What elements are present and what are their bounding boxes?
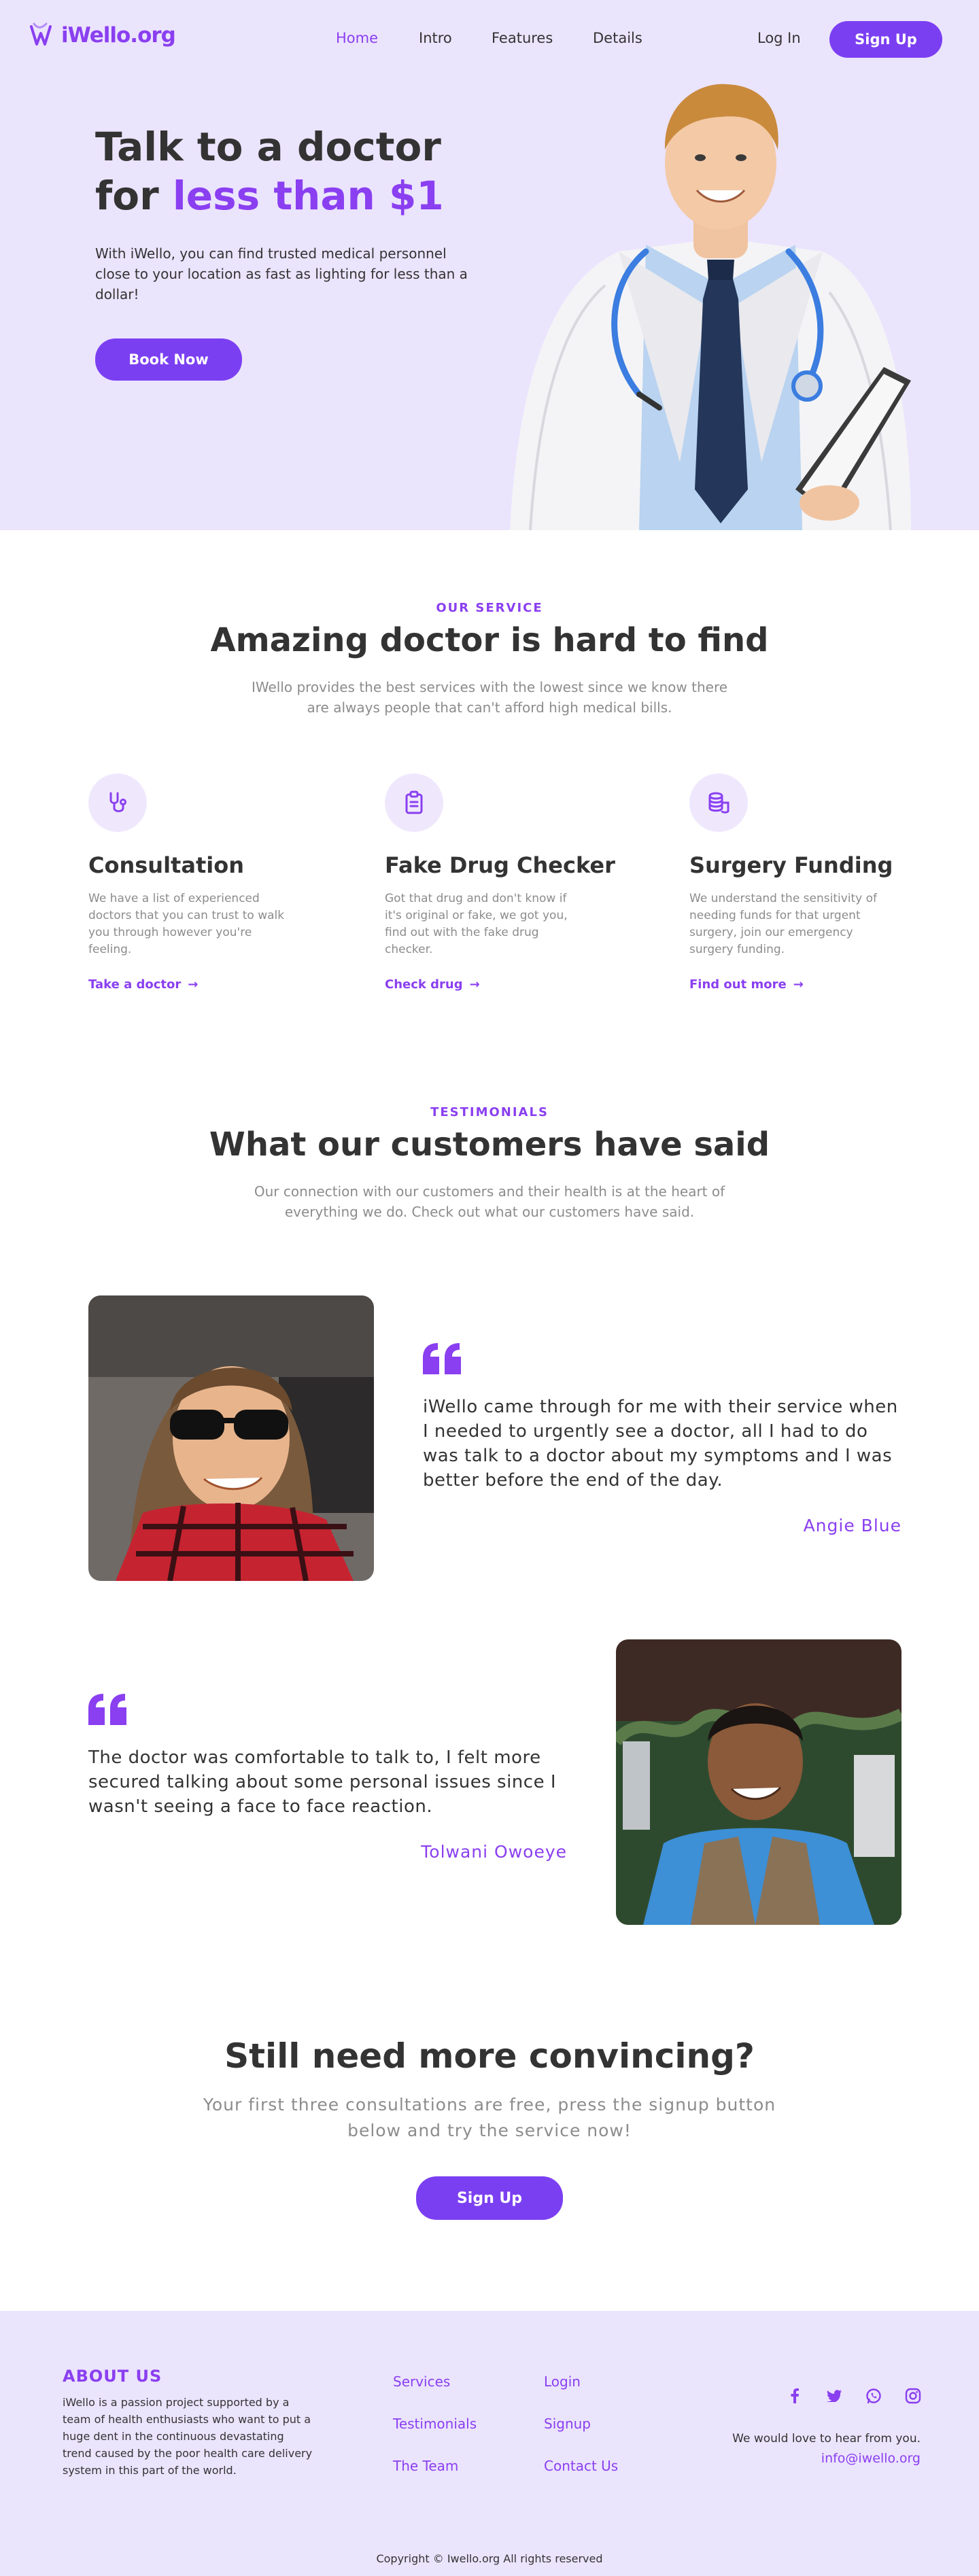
footer-link-contact[interactable]: Contact Us bbox=[544, 2458, 618, 2474]
testimonial-author: Angie Blue bbox=[803, 1516, 901, 1535]
hero-title-accent: less than $1 bbox=[172, 173, 444, 219]
whatsapp-icon[interactable] bbox=[863, 2386, 884, 2406]
hero-title: Talk to a doctor for less than $1 bbox=[95, 122, 517, 220]
instagram-icon[interactable] bbox=[903, 2386, 923, 2406]
coins-icon bbox=[708, 792, 729, 814]
stethoscope-icon bbox=[109, 792, 126, 812]
arrow-right-icon: → bbox=[188, 977, 199, 992]
footer-email-link[interactable]: info@iwello.org bbox=[680, 2451, 921, 2466]
service-icon-wrap bbox=[385, 773, 443, 832]
service-icon-wrap bbox=[88, 773, 147, 832]
footer: ABOUT US iWello is a passion project sup… bbox=[0, 2311, 979, 2576]
hero-section: iWello.org Home Intro Features Details L… bbox=[0, 0, 979, 530]
check-drug-link[interactable]: Check drug → bbox=[385, 977, 480, 992]
footer-link-team[interactable]: The Team bbox=[393, 2458, 458, 2474]
customer-photo bbox=[88, 1295, 374, 1581]
testimonials-title: What our customers have said bbox=[209, 1126, 770, 1164]
signup-button[interactable]: Sign Up bbox=[829, 21, 942, 58]
service-subtitle: IWello provides the best services with t… bbox=[251, 679, 728, 716]
nav-home[interactable]: Home bbox=[336, 30, 378, 46]
quote-icon bbox=[423, 1343, 461, 1374]
doctor-image bbox=[510, 84, 911, 530]
cta-signup-button[interactable]: Sign Up bbox=[416, 2176, 563, 2220]
service-eyebrow: OUR SERVICE bbox=[436, 601, 543, 615]
footer-link-services[interactable]: Services bbox=[393, 2373, 450, 2390]
find-out-more-label: Find out more bbox=[689, 977, 787, 992]
nav-intro[interactable]: Intro bbox=[419, 30, 452, 46]
find-out-more-link[interactable]: Find out more → bbox=[689, 977, 804, 992]
service-title: Amazing doctor is hard to find bbox=[210, 621, 769, 659]
book-now-button[interactable]: Book Now bbox=[95, 338, 242, 381]
nav-features[interactable]: Features bbox=[492, 30, 553, 46]
customer-photo-angie bbox=[88, 1295, 374, 1581]
copyright: Copyright © Iwello.org All rights reserv… bbox=[376, 2552, 603, 2565]
testimonials-eyebrow: TESTIMONIALS bbox=[430, 1105, 549, 1119]
service-text-surgery-funding: We understand the sensitivity of needing… bbox=[689, 892, 878, 956]
take-doctor-label: Take a doctor bbox=[88, 977, 182, 992]
hero-title-prefix: for bbox=[95, 173, 173, 219]
about-text: iWello is a passion project supported by… bbox=[63, 2396, 313, 2477]
login-link[interactable]: Log In bbox=[757, 30, 801, 46]
twitter-icon[interactable] bbox=[824, 2386, 844, 2406]
footer-link-login[interactable]: Login bbox=[544, 2373, 581, 2390]
logo[interactable]: iWello.org bbox=[29, 20, 176, 50]
service-title-consultation: Consultation bbox=[88, 852, 244, 878]
customer-photo bbox=[616, 1639, 901, 1925]
clipboard-icon bbox=[405, 790, 423, 814]
arrow-right-icon: → bbox=[469, 977, 480, 992]
testimonials-subtitle: Our connection with our customers and th… bbox=[254, 1183, 725, 1220]
footer-contact-note: We would love to hear from you. bbox=[732, 2432, 921, 2446]
testimonial-quote: The doctor was comfortable to talk to, I… bbox=[88, 1747, 557, 1817]
footer-link-signup[interactable]: Signup bbox=[544, 2416, 591, 2432]
cta-subtitle: Your first three consultations are free,… bbox=[203, 2095, 776, 2140]
arrow-right-icon: → bbox=[793, 977, 804, 992]
service-text-consultation: We have a list of experienced doctors th… bbox=[88, 892, 285, 956]
hero-description: With iWello, you can find trusted medica… bbox=[95, 245, 468, 302]
service-title-surgery-funding: Surgery Funding bbox=[689, 852, 893, 878]
testimonial-quote: iWello came through for me with their se… bbox=[423, 1397, 898, 1491]
service-title-drug-checker: Fake Drug Checker bbox=[385, 852, 615, 878]
testimonial-author: Tolwani Owoeye bbox=[421, 1842, 567, 1862]
nav-details[interactable]: Details bbox=[593, 30, 642, 46]
about-title: ABOUT US bbox=[63, 2367, 162, 2386]
footer-link-testimonials[interactable]: Testimonials bbox=[393, 2416, 477, 2432]
quote-icon bbox=[88, 1694, 126, 1725]
cta-title: Still need more convincing? bbox=[224, 2036, 755, 2076]
service-icon-wrap bbox=[689, 773, 748, 832]
service-text-drug-checker: Got that drug and don't know if it's ori… bbox=[385, 892, 568, 956]
hero-title-line1: Talk to a doctor bbox=[95, 124, 441, 170]
logo-mark-icon bbox=[30, 22, 52, 46]
check-drug-label: Check drug bbox=[385, 977, 463, 992]
take-doctor-link[interactable]: Take a doctor → bbox=[88, 977, 198, 992]
logo-text: iWello.org bbox=[61, 23, 176, 48]
customer-photo-tolwani bbox=[616, 1639, 901, 1925]
facebook-icon[interactable] bbox=[785, 2386, 805, 2406]
